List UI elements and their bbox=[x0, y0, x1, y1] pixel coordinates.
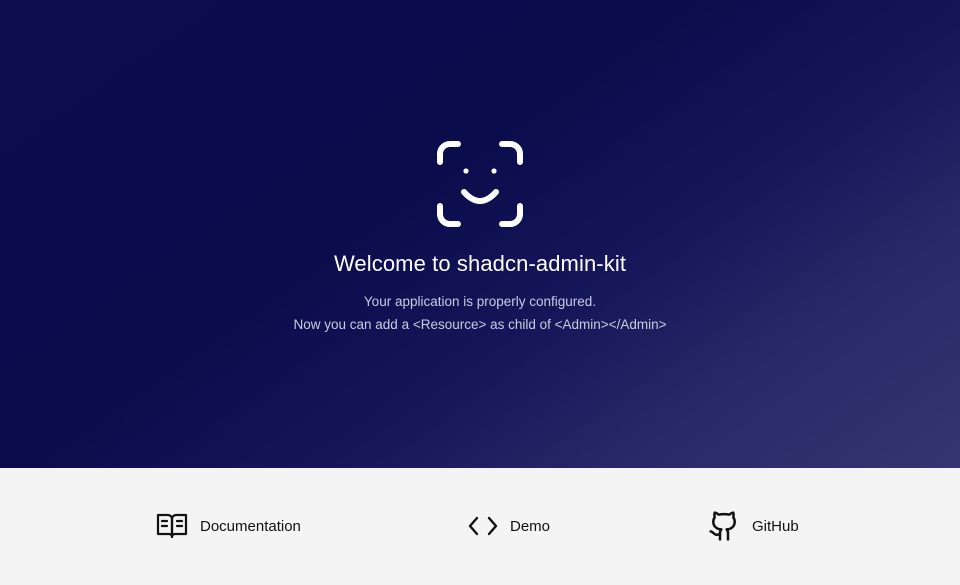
github-link[interactable]: GitHub bbox=[708, 510, 799, 542]
welcome-subtitle-line-1: Your application is properly configured. bbox=[363, 294, 597, 309]
book-open-icon bbox=[156, 513, 188, 539]
documentation-link[interactable]: Documentation bbox=[156, 510, 301, 542]
demo-link-label: Demo bbox=[510, 517, 551, 535]
demo-link[interactable]: Demo bbox=[468, 510, 550, 542]
welcome-subtitle-line-2: Now you can add a <Resource> as child of… bbox=[293, 317, 667, 332]
welcome-hero: Welcome to shadcn-admin-kit Your applica… bbox=[0, 0, 960, 468]
github-link-label: GitHub bbox=[752, 517, 799, 535]
github-icon bbox=[709, 511, 736, 541]
code-icon bbox=[468, 516, 498, 536]
face-scan-smile-icon bbox=[437, 141, 523, 227]
welcome-page: Welcome to shadcn-admin-kit Your applica… bbox=[0, 0, 960, 585]
welcome-title: Welcome to shadcn-admin-kit bbox=[333, 251, 627, 276]
documentation-link-label: Documentation bbox=[200, 517, 301, 535]
